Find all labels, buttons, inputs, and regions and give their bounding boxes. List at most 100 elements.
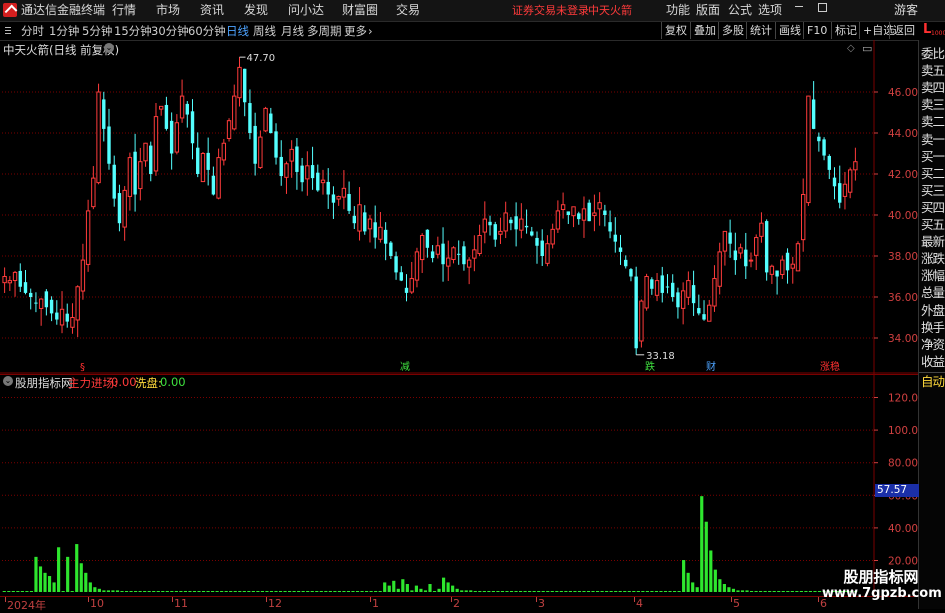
sidebar-item[interactable]: 净资 [919,336,945,353]
indicator-chart[interactable]: 20.0040.0060.0080.00100.00120.00 [0,374,918,596]
sidebar-item[interactable]: 委比 [919,45,945,62]
sidebar-item[interactable]: 最新 [919,233,945,250]
sidebar-item[interactable]: 买二 [919,165,945,182]
indicator-bar [582,591,586,592]
candle-body [592,212,597,217]
menu-item-market[interactable]: 行情 [112,0,136,21]
sidebar-item[interactable]: 买一 [919,148,945,165]
sidebar-item[interactable]: 总量 [919,284,945,301]
candle-body [613,234,617,242]
period-tab-multi[interactable]: 多周期 [307,22,342,40]
maximize-icon[interactable] [818,3,827,12]
indicator-bar [106,590,111,592]
candle-body [378,226,383,240]
back-button[interactable]: 返回 [889,22,918,39]
period-tab-daily[interactable]: 日线 [226,22,249,40]
indicator-bar [84,572,88,592]
menu-item-trade[interactable]: 交易 [396,0,420,21]
mark-button[interactable]: 标记 [831,22,860,39]
guest-label[interactable]: 游客 [894,0,918,21]
menu-item-formula[interactable]: 公式 [728,0,752,21]
indicator-tick-label: 80.00 [888,458,918,470]
stats-button[interactable]: 统计 [746,22,775,39]
draw-button[interactable]: 画线 [775,22,804,39]
period-tab-more[interactable]: 更多 [344,22,367,40]
indicator-tick-label: 40.00 [888,523,918,535]
sidebar-item[interactable]: 外盘 [919,302,945,319]
sidebar-item[interactable]: 买五 [919,216,945,233]
indicator-bar [442,577,446,592]
period-tab-monthly[interactable]: 月线 [281,22,304,40]
sidebar-item[interactable]: 买三 [919,182,945,199]
candle-body [305,165,310,180]
menu-item-function[interactable]: 功能 [666,0,690,21]
period-tab-30min[interactable]: 30分钟 [151,22,189,40]
menu-item-layout[interactable]: 版面 [696,0,720,21]
minimize-icon[interactable] [795,6,803,7]
indicator-bar [799,591,803,592]
chart-settings-icon[interactable]: ⌄ [104,43,114,53]
candle-body [769,265,775,275]
period-tab-60min[interactable]: 60分钟 [188,22,226,40]
auto-button[interactable]: 自动 [919,371,945,390]
sidebar-item[interactable]: 卖三 [919,96,945,113]
sidebar-item[interactable]: 换手 [919,319,945,336]
candle-body [122,189,127,228]
sidebar-item[interactable]: 卖四 [919,79,945,96]
date-axis-label: 2 [453,597,460,610]
indicator-bar [315,591,319,592]
period-tab-timeshare[interactable]: 分时 [21,22,44,40]
event-marker: 涨稳 [820,360,840,373]
indicator-bar [152,591,156,592]
candle-body [806,95,811,204]
indicator-bar [111,590,115,592]
login-warning[interactable]: 证券交易未登录 [512,0,589,21]
indicator-name[interactable]: 股朋指标网 [15,375,73,391]
chevron-right-icon[interactable]: › [368,22,373,40]
sidebar-item[interactable]: 涨跌 [919,250,945,267]
adjust-button[interactable]: 复权 [661,22,690,39]
indicator-bar [645,591,649,592]
date-axis-label: 11 [174,597,188,610]
period-menu-icon[interactable] [4,22,13,40]
window-icon[interactable]: ▭ [862,42,872,55]
date-axis-tick [88,597,89,602]
candle-body [367,218,373,230]
indicator-bar [446,582,450,592]
period-tab-weekly[interactable]: 周线 [253,22,276,40]
menu-item-wealth[interactable]: 财富圈 [342,0,378,21]
candle-body [733,250,738,261]
candle-body [274,131,278,158]
indicator-bar [102,590,106,592]
candle-body [143,142,148,162]
menu-item-ask[interactable]: 问小达 [288,0,324,21]
indicator-settings-icon[interactable]: ⌄ [3,376,13,386]
candle-body [524,225,529,228]
date-axis-tick [266,597,267,602]
menu-item-news[interactable]: 资讯 [200,0,224,21]
sidebar-item[interactable]: 卖五 [919,62,945,79]
multi-stock-button[interactable]: 多股 [718,22,747,39]
menu-item-discover[interactable]: 发现 [244,0,268,21]
candle-body [817,136,821,142]
sidebar-item[interactable]: 卖二 [919,113,945,130]
candle-body [441,243,445,265]
indicator-bar [559,591,563,592]
sidebar-item[interactable]: 买四 [919,199,945,216]
candle-body [394,256,398,273]
period-tab-15min[interactable]: 15分钟 [114,22,152,40]
menu-item-markets[interactable]: 市场 [156,0,180,21]
period-tab-1min[interactable]: 1分钟 [49,22,79,40]
menu-item-options[interactable]: 选项 [758,0,782,21]
indicator-bar [269,591,274,592]
period-tab-5min[interactable]: 5分钟 [82,22,112,40]
candle-body [540,240,544,256]
sidebar-item[interactable]: 卖一 [919,131,945,148]
overlay-button[interactable]: 叠加 [690,22,719,39]
kline-chart[interactable]: 34.00 36.00 38.00 40.00 42.00 44.00 46.00 47.70… [0,40,918,374]
diamond-icon[interactable]: ◇ [847,43,855,54]
f10-button[interactable]: F10 [803,22,830,39]
indicator-bar [804,591,808,592]
sidebar-item[interactable]: 收益 [919,353,945,370]
sidebar-item[interactable]: 涨幅 [919,267,945,284]
